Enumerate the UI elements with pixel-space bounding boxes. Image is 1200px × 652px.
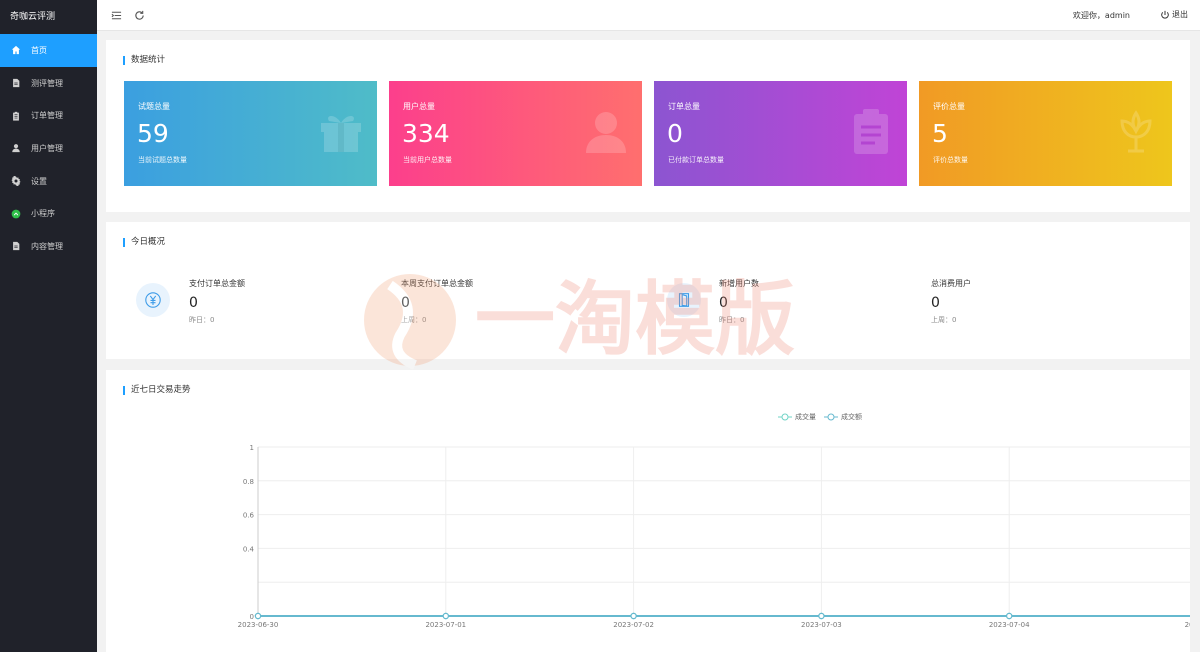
x-tick-label: 2023-0 (1185, 621, 1190, 629)
overview-label: 总消费用户 (931, 279, 971, 288)
stat-value: 5 (932, 119, 948, 148)
stat-sub: 评价总数量 (933, 156, 968, 164)
user-icon (582, 107, 630, 155)
overview-previous: 昨日：0 (189, 316, 215, 324)
overview-item: 新增用户数 0 昨日：0 (719, 278, 759, 325)
yuan-icon (136, 283, 170, 317)
y-tick-label: 0.8 (243, 478, 254, 486)
door-icon (667, 283, 701, 317)
x-tick-label: 2023-06-30 (238, 621, 279, 629)
x-tick-label: 2023-07-04 (989, 621, 1030, 629)
stat-card: 试题总量 59 当前试题总数量 (124, 81, 377, 186)
overview-value: 0 (931, 295, 940, 311)
sidebar-item-5[interactable]: 设置 (0, 165, 97, 198)
overview-value: 0 (401, 295, 410, 311)
overview-value: 0 (189, 295, 198, 311)
flower-icon (1112, 107, 1160, 155)
sidebar-item-label: 测评管理 (31, 78, 63, 88)
menu-toggle-icon[interactable] (109, 8, 123, 22)
gift-icon (317, 107, 365, 155)
sidebar-item-1[interactable]: 首页 (0, 34, 97, 67)
stat-value: 334 (402, 119, 450, 148)
data-point (254, 612, 262, 620)
stat-sub: 当前用户总数量 (403, 156, 452, 164)
sidebar-item-3[interactable]: 订单管理 (0, 99, 97, 132)
trend-chart: 0 0.4 0.6 0.8 1 2023-06-30 2023-07-01 2023-07-0… (238, 444, 1190, 629)
data-point (442, 612, 449, 620)
document-icon (10, 77, 22, 89)
y-tick-label: 0.4 (243, 545, 255, 553)
sidebar-item-label: 内容管理 (31, 241, 63, 251)
refresh-icon[interactable] (132, 8, 146, 22)
overview-previous: 昨日：0 (719, 316, 745, 324)
stat-card: 用户总量 334 当前用户总数量 (389, 81, 642, 186)
sidebar-item-label: 用户管理 (31, 143, 63, 153)
sidebar-item-2[interactable]: 测评管理 (0, 67, 97, 100)
overview-previous: 上周：0 (931, 316, 957, 324)
document-icon (10, 240, 22, 252)
overview-label: 本周支付订单总金额 (401, 279, 473, 288)
top-header: 欢迎你，admin 退出 (97, 0, 1200, 31)
gear-icon (10, 175, 22, 187)
stat-sub: 当前试题总数量 (138, 156, 187, 164)
data-point (818, 612, 825, 620)
overview-title: 今日概况 (123, 238, 165, 247)
y-tick-label: 1 (250, 444, 254, 452)
y-tick-label: 0.6 (243, 512, 255, 520)
welcome-text: 欢迎你，admin (1072, 11, 1130, 20)
x-tick-label: 2023-07-01 (425, 621, 466, 629)
sidebar-item-6[interactable]: 小程序 (0, 197, 97, 230)
sidebar-item-label: 小程序 (31, 209, 55, 219)
logout-button[interactable]: 退出 (1160, 9, 1188, 20)
stat-label: 用户总量 (403, 102, 435, 111)
sidebar-item-7[interactable]: 内容管理 (0, 230, 97, 263)
sidebar-item-label: 设置 (31, 176, 47, 186)
clipboard-icon (847, 107, 895, 155)
overview-value: 0 (719, 295, 728, 311)
overview-item: 支付订单总金额 0 昨日：0 (189, 278, 245, 325)
overview-item: 本周支付订单总金额 0 上周：0 (401, 278, 473, 325)
overview-panel: 今日概况 支付订单总金额 0 昨日：0 本周支付订单总金额 0 上周：0 新增用户数 0 昨日：… (106, 222, 1190, 359)
x-tick-label: 2023-07-03 (801, 621, 842, 629)
sidebar-item-4[interactable]: 用户管理 (0, 132, 97, 165)
stat-label: 订单总量 (668, 102, 700, 111)
home-icon (10, 44, 22, 56)
stat-value: 0 (667, 119, 683, 148)
clipboard-icon (10, 110, 22, 122)
overview-label: 支付订单总金额 (189, 279, 245, 288)
stats-panel: 数据统计 试题总量 59 当前试题总数量 用户总量 334 当前用户总数量 订单总量 0 已付款… (106, 40, 1190, 212)
data-point (630, 612, 637, 620)
x-tick-label: 2023-07-02 (613, 621, 654, 629)
overview-label: 新增用户数 (719, 279, 759, 288)
stat-card: 评价总量 5 评价总数量 (919, 81, 1172, 186)
overview-previous: 上周：0 (401, 316, 427, 324)
y-tick-label: 0 (250, 613, 254, 621)
stat-card: 订单总量 0 已付款订单总数量 (654, 81, 907, 186)
stat-label: 评价总量 (933, 102, 965, 111)
sidebar-item-label: 订单管理 (31, 111, 63, 121)
logout-label: 退出 (1172, 10, 1188, 19)
miniprogram-icon (10, 208, 22, 220)
user-icon (10, 142, 22, 154)
stat-value: 59 (137, 119, 169, 148)
app-title: 奇咖云评测 (10, 12, 56, 22)
stat-sub: 已付款订单总数量 (668, 156, 724, 164)
overview-item: 总消费用户 0 上周：0 (931, 278, 971, 325)
data-point (1006, 612, 1013, 620)
trend-panel: 近七日交易走势 成交量 成交额 0 0.4 0.6 0.8 1 2023-06-30 2023… (106, 370, 1190, 652)
stat-label: 试题总量 (138, 102, 170, 111)
stats-title: 数据统计 (123, 56, 165, 65)
power-icon (1161, 10, 1169, 19)
sidebar-item-label: 首页 (31, 45, 47, 55)
sidebar: 奇咖云评测 首页测评管理订单管理用户管理设置小程序内容管理 (0, 0, 97, 652)
